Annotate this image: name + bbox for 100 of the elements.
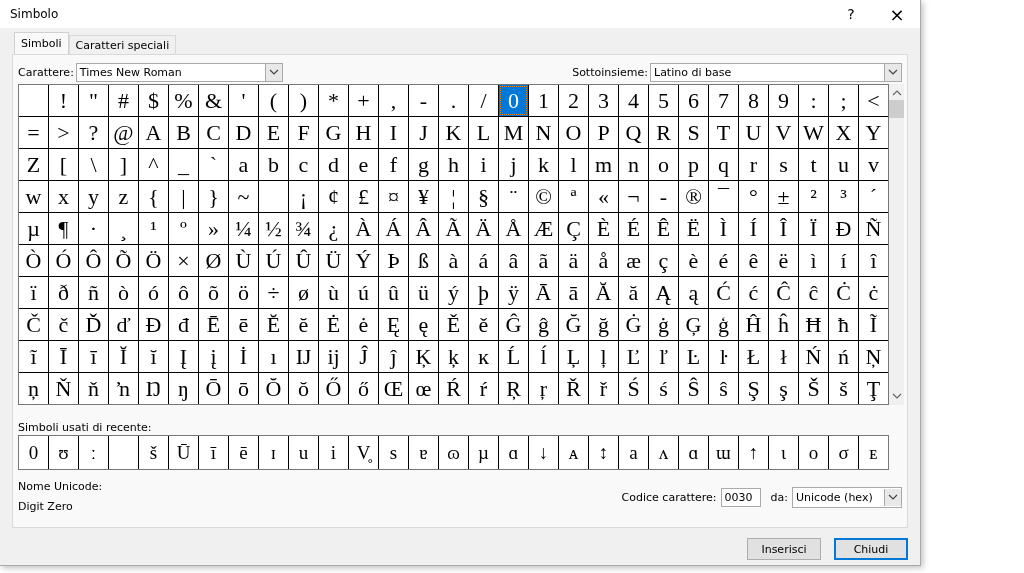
symbol-cell[interactable]: ė — [349, 309, 378, 340]
symbol-cell[interactable]: Ć — [709, 277, 738, 308]
symbol-cell[interactable]: ø — [289, 277, 318, 308]
symbol-cell[interactable]: ¢ — [319, 181, 348, 212]
symbol-cell[interactable]: ! — [49, 85, 78, 116]
symbol-cell[interactable]: ' — [229, 85, 258, 116]
recent-symbol[interactable]: ʌ — [649, 436, 678, 469]
symbol-cell[interactable]: ¿ — [319, 213, 348, 244]
symbol-cell[interactable]: à — [439, 245, 468, 276]
symbol-cell[interactable]: ã — [529, 245, 558, 276]
symbol-cell[interactable]: T — [709, 117, 738, 148]
recent-symbol[interactable]: ɷ — [439, 436, 468, 469]
scrollbar[interactable] — [889, 84, 904, 405]
symbol-cell[interactable]: § — [469, 181, 498, 212]
symbol-cell[interactable]: ġ — [649, 309, 678, 340]
symbol-cell[interactable]: Ó — [49, 245, 78, 276]
symbol-cell[interactable]: ś — [649, 373, 678, 404]
symbol-cell[interactable]: ŏ — [289, 373, 318, 404]
symbol-cell[interactable]: ş — [769, 373, 798, 404]
symbol-cell[interactable]: Q — [619, 117, 648, 148]
symbol-cell[interactable]: Ô — [79, 245, 108, 276]
symbol-cell[interactable]: # — [109, 85, 138, 116]
symbol-cell[interactable]: Ģ — [679, 309, 708, 340]
symbol-cell[interactable]: Ŗ — [499, 373, 528, 404]
symbol-cell[interactable]: 1 — [529, 85, 558, 116]
symbol-cell[interactable]: ë — [769, 245, 798, 276]
symbol-cell[interactable]: ĺ — [529, 341, 558, 372]
symbol-cell[interactable]: r — [739, 149, 768, 180]
symbol-cell[interactable]: o — [649, 149, 678, 180]
symbol-cell[interactable]: ę — [409, 309, 438, 340]
symbol-cell[interactable]: Ļ — [559, 341, 588, 372]
symbol-cell[interactable]: Ī — [49, 341, 78, 372]
symbol-cell[interactable]: . — [439, 85, 468, 116]
symbol-cell[interactable]: l — [559, 149, 588, 180]
symbol-cell[interactable]: V — [769, 117, 798, 148]
symbol-cell[interactable]: Ĭ — [109, 341, 138, 372]
symbol-cell[interactable]: z — [109, 181, 138, 212]
symbol-cell[interactable]: â — [499, 245, 528, 276]
symbol-cell[interactable]: f — [379, 149, 408, 180]
recent-symbol[interactable]: ē — [229, 436, 258, 469]
symbol-cell[interactable]: n — [619, 149, 648, 180]
symbol-cell[interactable]: ī — [79, 341, 108, 372]
symbol-cell[interactable]: e — [349, 149, 378, 180]
symbol-cell[interactable]: ] — [109, 149, 138, 180]
symbol-cell[interactable]: Ł — [739, 341, 768, 372]
symbol-cell[interactable]: ¤ — [379, 181, 408, 212]
symbol-cell[interactable]: ý — [439, 277, 468, 308]
symbol-cell[interactable]: ¸ — [109, 213, 138, 244]
symbol-cell[interactable]: × — [169, 245, 198, 276]
symbol-cell[interactable]: ŀ — [709, 341, 738, 372]
recent-symbol[interactable]: µ — [469, 436, 498, 469]
symbol-cell[interactable]: & — [199, 85, 228, 116]
symbol-cell[interactable]: @ — [109, 117, 138, 148]
symbol-cell[interactable]: y — [79, 181, 108, 212]
recent-symbol[interactable]: o — [799, 436, 828, 469]
symbol-cell[interactable]: Ê — [649, 213, 678, 244]
symbol-cell[interactable]: ü — [409, 277, 438, 308]
symbol-cell[interactable]: ĉ — [799, 277, 828, 308]
symbol-cell[interactable]: S — [679, 117, 708, 148]
from-dropdown[interactable]: Unicode (hex) — [792, 486, 902, 508]
symbol-cell[interactable]: Ŀ — [679, 341, 708, 372]
symbol-cell[interactable]: K — [439, 117, 468, 148]
symbol-cell[interactable]: Ö — [139, 245, 168, 276]
symbol-cell[interactable]: N — [529, 117, 558, 148]
symbol-cell[interactable]: Ę — [379, 309, 408, 340]
symbol-cell[interactable]: Ĳ — [289, 341, 318, 372]
scrollbar-thumb[interactable] — [889, 100, 904, 118]
symbol-cell[interactable]: ě — [469, 309, 498, 340]
symbol-cell[interactable]: þ — [469, 277, 498, 308]
help-button[interactable]: ? — [828, 0, 874, 28]
symbol-cell[interactable]: ł — [769, 341, 798, 372]
recent-symbol[interactable]: u — [289, 436, 318, 469]
symbol-cell[interactable]: b — [259, 149, 288, 180]
symbol-cell[interactable]: Ŏ — [259, 373, 288, 404]
symbol-cell[interactable]: œ — [409, 373, 438, 404]
recent-symbol[interactable]: ɐ — [409, 436, 438, 469]
symbol-cell[interactable]: ) — [289, 85, 318, 116]
symbol-cell[interactable]: - — [409, 85, 438, 116]
symbol-cell[interactable]: Ő — [319, 373, 348, 404]
symbol-cell[interactable]: Š — [799, 373, 828, 404]
symbol-cell[interactable]: = — [19, 117, 48, 148]
symbol-cell[interactable]: + — [349, 85, 378, 116]
symbol-cell[interactable]: D — [229, 117, 258, 148]
recent-symbol[interactable]: Ū — [169, 436, 198, 469]
symbol-cell[interactable]: [ — [49, 149, 78, 180]
symbol-cell[interactable]: Ã — [439, 213, 468, 244]
symbol-cell[interactable]: č — [49, 309, 78, 340]
symbol-cell[interactable]: " — [79, 85, 108, 116]
symbol-cell[interactable]: Į — [169, 341, 198, 372]
symbol-cell[interactable]: ; — [829, 85, 858, 116]
symbol-cell[interactable]: Ţ — [859, 373, 888, 404]
symbol-cell[interactable]: Ĉ — [769, 277, 798, 308]
symbol-cell[interactable]: L — [469, 117, 498, 148]
symbol-cell[interactable]: Ń — [799, 341, 828, 372]
symbol-cell[interactable]: î — [859, 245, 888, 276]
symbol-cell[interactable]: Ė — [319, 309, 348, 340]
recent-symbol[interactable]: ↓ — [529, 436, 558, 469]
symbol-cell[interactable]: Ď — [79, 309, 108, 340]
symbol-cell[interactable]: £ — [349, 181, 378, 212]
symbol-cell[interactable]: ÷ — [259, 277, 288, 308]
